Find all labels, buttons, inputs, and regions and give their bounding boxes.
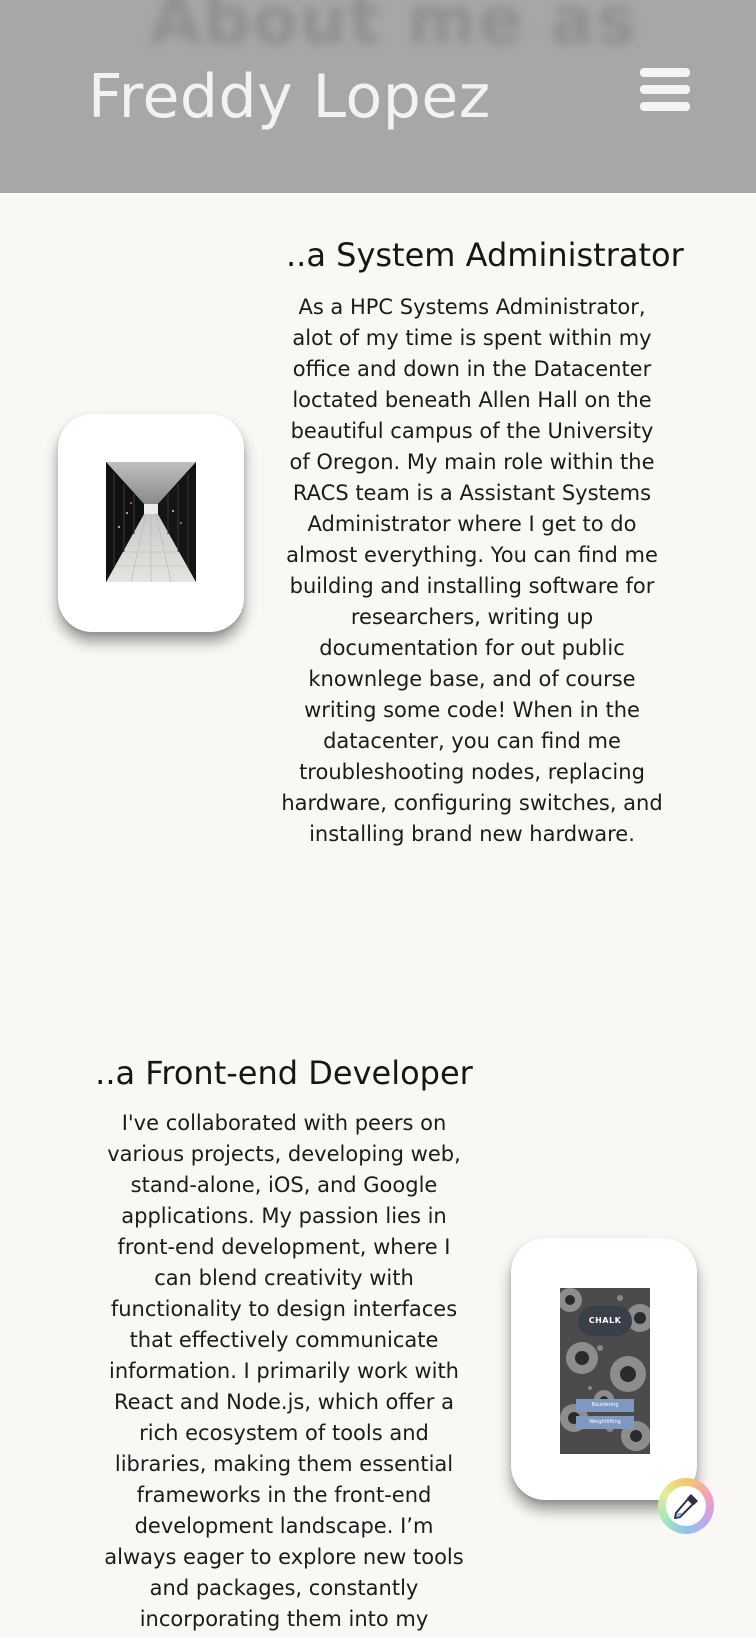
chalk-app-screenshot: CHALK Bouldering Weightlifting <box>560 1288 650 1454</box>
eyedropper-icon <box>674 1494 698 1519</box>
section-paragraph: As a HPC Systems Administrator, alot of … <box>281 295 663 846</box>
hamburger-menu-icon[interactable] <box>640 66 692 112</box>
site-header: About me as Freddy Lopez <box>0 0 756 193</box>
chalk-bouldering-button: Bouldering <box>576 1399 634 1412</box>
header-background-heading: About me as <box>150 0 638 59</box>
site-title[interactable]: Freddy Lopez <box>88 62 491 132</box>
page: About me as Freddy Lopez ..a System Admi… <box>0 0 756 1638</box>
chalk-weightlifting-button: Weightlifting <box>576 1416 634 1429</box>
color-picker-button[interactable] <box>658 1478 714 1534</box>
section-heading: ..a System Administrator <box>286 236 684 274</box>
menu-bar <box>640 102 690 111</box>
section-heading: ..a Front-end Developer <box>95 1054 473 1092</box>
chalk-logo: CHALK <box>578 1306 632 1336</box>
datacenter-photo-card[interactable] <box>58 414 244 632</box>
datacenter-photo <box>106 462 196 582</box>
chalk-app-card[interactable]: CHALK Bouldering Weightlifting <box>511 1238 697 1500</box>
menu-bar <box>640 68 690 77</box>
menu-bar <box>640 85 690 94</box>
section-paragraph: I've collaborated with peers on various … <box>104 1111 464 1631</box>
